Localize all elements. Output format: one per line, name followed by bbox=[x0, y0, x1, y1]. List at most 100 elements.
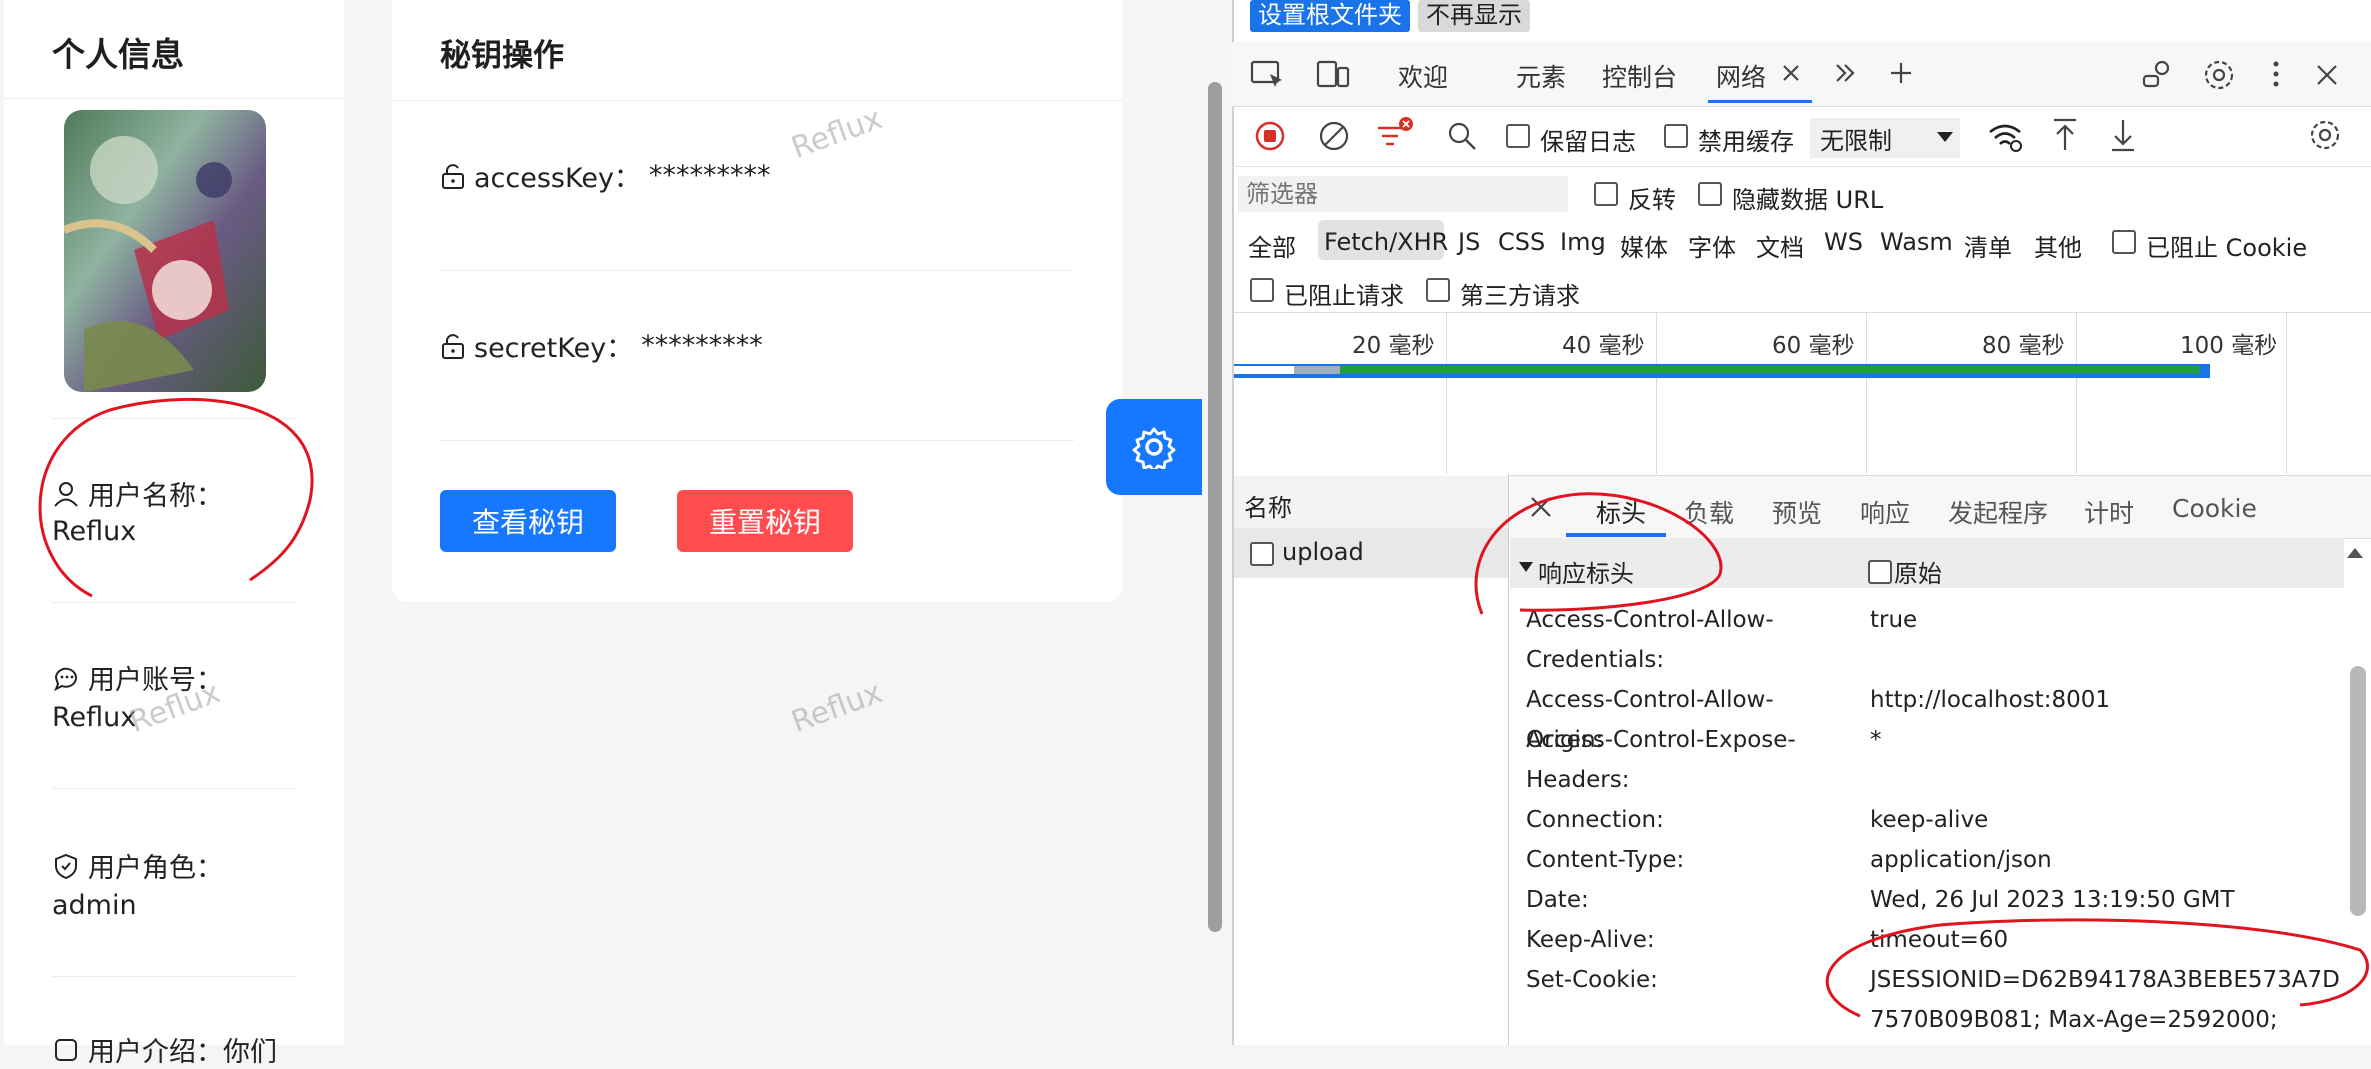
filter-type-ws[interactable]: WS bbox=[1824, 228, 1863, 256]
request-row[interactable]: upload bbox=[1234, 528, 1508, 578]
raw-checkbox[interactable] bbox=[1868, 560, 1892, 584]
avatar bbox=[64, 110, 266, 392]
timeline-label: 80 毫秒 bbox=[1982, 333, 2065, 359]
close-devtools-icon[interactable] bbox=[2314, 62, 2340, 88]
tab-payload[interactable]: 负载 bbox=[1684, 494, 1734, 530]
export-har-icon[interactable] bbox=[2108, 116, 2138, 154]
header-name: Set-Cookie: bbox=[1526, 967, 1658, 993]
network-conditions-icon[interactable] bbox=[1986, 118, 2024, 154]
search-icon[interactable] bbox=[1446, 120, 1478, 152]
tab-timing[interactable]: 计时 bbox=[2084, 494, 2134, 530]
role-label: 用户角色： bbox=[52, 846, 223, 885]
timeline-gridline bbox=[2076, 312, 2077, 474]
request-row-checkbox[interactable] bbox=[1250, 542, 1274, 566]
preserve-log-checkbox[interactable] bbox=[1506, 124, 1530, 148]
throttling-value: 无限制 bbox=[1820, 126, 1892, 155]
profile-title: 个人信息 bbox=[52, 35, 184, 74]
tab-network[interactable]: 网络 bbox=[1716, 58, 1766, 94]
role-value: admin bbox=[52, 890, 137, 921]
filter-type-other[interactable]: 其他 bbox=[2034, 228, 2082, 263]
field-divider bbox=[52, 418, 296, 419]
invert-checkbox[interactable] bbox=[1594, 182, 1618, 206]
third-party-checkbox[interactable] bbox=[1426, 278, 1450, 302]
network-settings-icon[interactable] bbox=[2308, 118, 2342, 152]
timeline-download-bar bbox=[1300, 366, 2200, 374]
set-root-folder-button[interactable]: 设置根文件夹 bbox=[1250, 0, 1410, 32]
throttling-select[interactable]: 无限制 bbox=[1810, 118, 1960, 158]
name-column-header: 名称 bbox=[1244, 494, 1292, 522]
tab-headers[interactable]: 标头 bbox=[1596, 494, 1646, 530]
key-card-title-divider bbox=[392, 100, 1122, 101]
key-divider bbox=[440, 440, 1074, 441]
header-value: keep-alive bbox=[1870, 807, 1989, 833]
scroll-up-arrow-icon[interactable] bbox=[2346, 546, 2364, 560]
settings-gear-icon[interactable] bbox=[2202, 58, 2236, 92]
username-value: Reflux bbox=[52, 516, 137, 547]
filter-type-img[interactable]: Img bbox=[1560, 228, 1606, 256]
filter-type-css[interactable]: CSS bbox=[1498, 228, 1545, 256]
request-list-header[interactable]: 名称 bbox=[1234, 476, 1508, 529]
tab-response[interactable]: 响应 bbox=[1860, 494, 1910, 530]
secret-key-label: secretKey： bbox=[474, 333, 634, 364]
filter-type-manifest[interactable]: 清单 bbox=[1964, 228, 2012, 263]
access-key-row: accessKey： ********* bbox=[440, 156, 770, 195]
import-har-icon[interactable] bbox=[2050, 116, 2080, 154]
triangle-down-icon[interactable] bbox=[1518, 560, 1534, 574]
settings-button[interactable] bbox=[1106, 399, 1202, 495]
more-tabs-icon[interactable] bbox=[1832, 60, 1858, 86]
header-value: true bbox=[1870, 607, 1918, 633]
field-divider bbox=[52, 976, 296, 977]
detail-scrollbar-thumb[interactable] bbox=[2350, 666, 2366, 916]
header-value: Wed, 26 Jul 2023 13:19:50 GMT bbox=[1870, 887, 2235, 913]
inspect-element-icon[interactable] bbox=[1250, 58, 1286, 90]
filter-type-wasm[interactable]: Wasm bbox=[1880, 228, 1953, 256]
header-value: JSESSIONID=D62B94178A3BEBE573A7D bbox=[1870, 967, 2340, 993]
unlock-icon bbox=[442, 333, 464, 359]
filter-input[interactable] bbox=[1238, 176, 1568, 212]
tab-welcome[interactable]: 欢迎 bbox=[1398, 58, 1448, 94]
tab-network-indicator bbox=[1708, 100, 1812, 103]
header-value: * bbox=[1870, 727, 1882, 753]
disable-cache-checkbox[interactable] bbox=[1664, 124, 1688, 148]
filter-type-doc[interactable]: 文档 bbox=[1756, 228, 1804, 263]
access-key-label: accessKey： bbox=[474, 163, 641, 194]
header-name: Connection: bbox=[1526, 807, 1664, 833]
tab-preview[interactable]: 预览 bbox=[1772, 494, 1822, 530]
blocked-requests-checkbox[interactable] bbox=[1250, 278, 1274, 302]
tab-initiator[interactable]: 发起程序 bbox=[1948, 494, 2048, 530]
tab-console[interactable]: 控制台 bbox=[1602, 58, 1677, 94]
timeline-label: 60 毫秒 bbox=[1772, 333, 1855, 359]
filter-type-media[interactable]: 媒体 bbox=[1620, 228, 1668, 263]
close-detail-icon[interactable] bbox=[1528, 494, 1554, 520]
device-toolbar-icon[interactable] bbox=[1316, 58, 1350, 90]
reset-key-button[interactable]: 重置秘钥 bbox=[677, 490, 853, 552]
filter-type-all[interactable]: 全部 bbox=[1248, 228, 1296, 263]
tab-elements[interactable]: 元素 bbox=[1516, 58, 1566, 94]
key-card-title: 秘钥操作 bbox=[440, 38, 564, 74]
filter-type-js[interactable]: JS bbox=[1458, 228, 1480, 256]
filter-type-fetch-xhr[interactable]: Fetch/XHR bbox=[1324, 228, 1448, 256]
gear-icon bbox=[1132, 427, 1176, 469]
tab-cookies[interactable]: Cookie bbox=[2172, 494, 2257, 523]
dont-show-again-button[interactable]: 不再显示 bbox=[1418, 0, 1530, 32]
timeline-gridline bbox=[1866, 312, 1867, 474]
profile-icon bbox=[55, 1038, 77, 1061]
hide-data-urls-checkbox[interactable] bbox=[1698, 182, 1722, 206]
timeline-gridline bbox=[2286, 312, 2287, 474]
clear-icon[interactable] bbox=[1318, 120, 1350, 152]
filter-icon[interactable] bbox=[1374, 114, 1414, 154]
timeline-waiting-bar bbox=[1234, 366, 1294, 374]
add-tab-icon[interactable] bbox=[1888, 60, 1914, 86]
header-name: Headers: bbox=[1526, 767, 1630, 793]
view-key-button[interactable]: 查看秘钥 bbox=[440, 490, 616, 552]
blocked-cookies-checkbox[interactable] bbox=[2112, 230, 2136, 254]
preserve-log-label: 保留日志 bbox=[1540, 128, 1636, 156]
close-tab-icon[interactable] bbox=[1780, 62, 1802, 84]
user-icon bbox=[54, 481, 78, 507]
filter-type-font[interactable]: 字体 bbox=[1688, 228, 1736, 263]
request-name: upload bbox=[1282, 538, 1364, 566]
customize-icon[interactable] bbox=[2140, 58, 2174, 90]
record-stop-icon[interactable] bbox=[1254, 120, 1286, 152]
more-options-icon[interactable] bbox=[2270, 58, 2282, 90]
page-scrollbar-thumb[interactable] bbox=[1208, 82, 1222, 932]
